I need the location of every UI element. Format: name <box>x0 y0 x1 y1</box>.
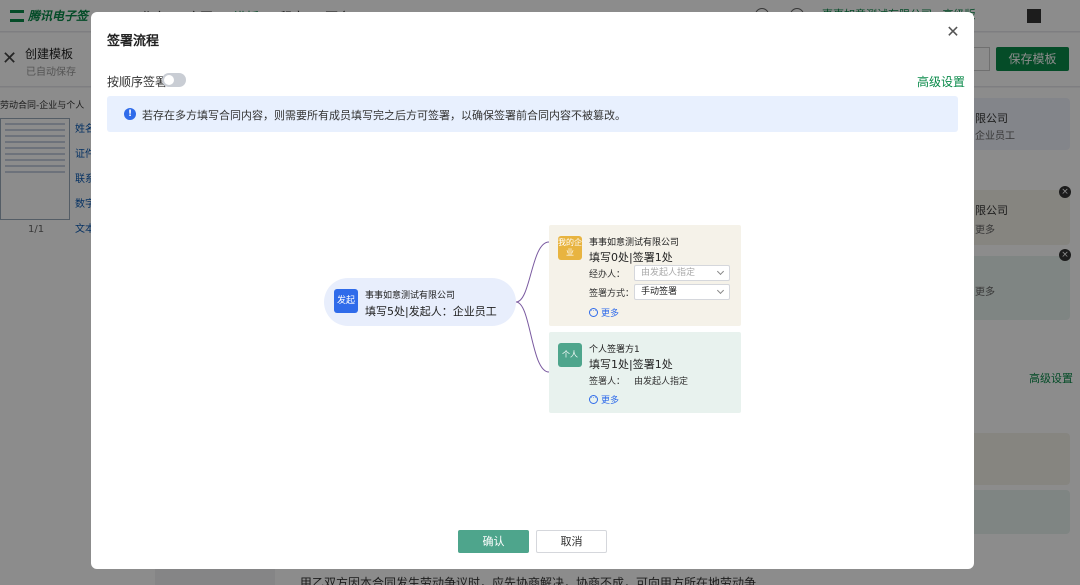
company-signer-card[interactable]: 我的企业 事事如意测试有限公司 填写0处|签署1处 经办人： 由发起人指定 签署… <box>549 225 741 326</box>
company-name: 事事如意测试有限公司 <box>589 238 680 248</box>
chevron-down-icon <box>716 267 725 276</box>
handler-placeholder: 由发起人指定 <box>641 268 696 278</box>
person-desc: 填写1处|签署1处 <box>589 358 673 371</box>
signer-value: 由发起人指定 <box>634 377 689 387</box>
flow-connector <box>515 241 550 373</box>
person-more-link[interactable]: ··· 更多 <box>589 393 619 406</box>
initiator-node[interactable]: 发起 事事如意测试有限公司 填写5处|发起人：企业员工 <box>324 278 516 326</box>
signing-flow-dialog: 签署流程 ✕ 按顺序签署 高级设置 ! 若存在多方填写合同内容，则需要所有成员填… <box>91 12 974 569</box>
company-desc: 填写0处|签署1处 <box>589 251 673 264</box>
more-label: 更多 <box>601 396 620 406</box>
initiator-name: 事事如意测试有限公司 <box>365 291 456 301</box>
more-label: 更多 <box>601 309 620 319</box>
initiator-badge: 发起 <box>334 289 358 313</box>
company-badge: 我的企业 <box>558 236 582 260</box>
confirm-button[interactable]: 确认 <box>458 530 529 553</box>
signer-label: 签署人： <box>589 377 626 387</box>
more-icon: ··· <box>589 308 598 317</box>
method-label: 签署方式： <box>589 289 635 299</box>
person-signer-card[interactable]: 个人 个人签署方1 填写1处|签署1处 签署人： 由发起人指定 ··· 更多 <box>549 332 741 413</box>
company-more-link[interactable]: ··· 更多 <box>589 306 619 319</box>
signing-method-select[interactable]: 手动签署 <box>634 284 730 300</box>
signing-method-value: 手动签署 <box>641 287 678 297</box>
handler-label: 经办人： <box>589 270 626 280</box>
person-name: 个人签署方1 <box>589 345 640 355</box>
cancel-button[interactable]: 取消 <box>536 530 607 553</box>
handler-select[interactable]: 由发起人指定 <box>634 265 730 281</box>
person-badge: 个人 <box>558 343 582 367</box>
initiator-desc: 填写5处|发起人：企业员工 <box>365 305 497 318</box>
chevron-down-icon <box>716 286 725 295</box>
more-icon: ··· <box>589 395 598 404</box>
